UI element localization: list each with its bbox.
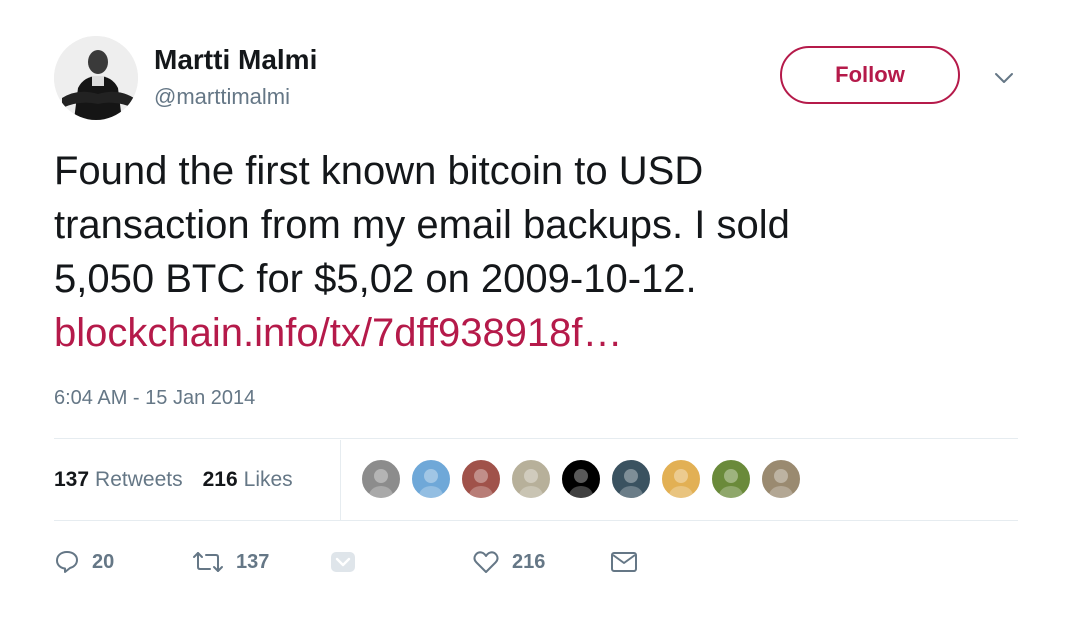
- reply-icon: [56, 551, 78, 573]
- liker-avatar[interactable]: [560, 458, 602, 500]
- liker-avatar[interactable]: [460, 458, 502, 500]
- liker-avatar[interactable]: [510, 458, 552, 500]
- user-handle[interactable]: @marttimalmi: [154, 84, 290, 110]
- tweet-text-line: Found the first known bitcoin to USD: [54, 149, 704, 193]
- chevron-down-icon: [331, 552, 355, 572]
- direct-message-button[interactable]: [610, 544, 650, 580]
- retweets-count[interactable]: 137: [54, 468, 89, 492]
- likes-label[interactable]: Likes: [244, 468, 293, 492]
- stats-divider: [340, 440, 341, 520]
- more-button[interactable]: [330, 544, 368, 580]
- tweet-text: Found the first known bitcoin to USD tra…: [54, 144, 1014, 360]
- retweet-count: 137: [236, 550, 270, 573]
- reply-button[interactable]: 20: [54, 544, 114, 580]
- liker-avatar[interactable]: [410, 458, 452, 500]
- liker-avatars: [360, 458, 810, 500]
- tweet-link[interactable]: blockchain.info/tx/7dff938918f…: [54, 306, 1014, 360]
- tweet-text-line: transaction from my email backups. I sol…: [54, 203, 790, 247]
- likes-count[interactable]: 216: [203, 468, 238, 492]
- liker-avatar[interactable]: [760, 458, 802, 500]
- retweet-button[interactable]: 137: [192, 544, 269, 580]
- tweet-stats: 137 Retweets 216 Likes: [54, 462, 313, 498]
- liker-avatar[interactable]: [660, 458, 702, 500]
- divider: [54, 438, 1018, 439]
- avatar[interactable]: [54, 36, 138, 120]
- divider: [54, 520, 1018, 521]
- retweets-label[interactable]: Retweets: [95, 468, 183, 492]
- liker-avatar[interactable]: [360, 458, 402, 500]
- tweet-text-line: 5,050 BTC for $5,02 on 2009-10-12.: [54, 257, 697, 301]
- retweet-icon: [193, 552, 223, 572]
- like-button[interactable]: 216: [472, 544, 545, 580]
- liker-avatar[interactable]: [610, 458, 652, 500]
- like-count: 216: [512, 550, 546, 573]
- liker-avatar[interactable]: [710, 458, 752, 500]
- envelope-icon: [611, 552, 637, 572]
- reply-count: 20: [92, 550, 115, 573]
- follow-button[interactable]: Follow: [780, 46, 960, 104]
- tweet-timestamp[interactable]: 6:04 AM - 15 Jan 2014: [54, 387, 255, 410]
- tweet-header: Martti Malmi @marttimalmi Follow: [54, 36, 1034, 126]
- heart-icon: [473, 551, 499, 573]
- user-name[interactable]: Martti Malmi: [154, 44, 317, 76]
- chevron-down-icon[interactable]: [990, 64, 1018, 92]
